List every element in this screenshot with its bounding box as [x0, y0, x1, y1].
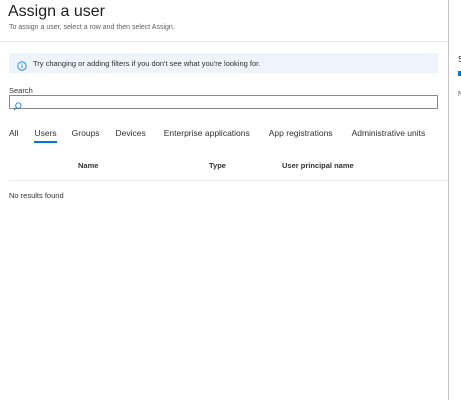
info-message-text: Try changing or adding filters if you do… — [33, 58, 261, 68]
tab-enterprise-applications[interactable]: Enterprise applications — [164, 126, 250, 142]
tab-groups[interactable]: Groups — [72, 126, 100, 142]
search-label: Search — [9, 86, 33, 95]
tab-users[interactable]: Users — [34, 126, 57, 143]
info-message-bar: Try changing or adding filters if you do… — [9, 53, 438, 73]
side-panel-edge: S N — [449, 0, 461, 400]
assign-user-blade: Assign a user To assign a user, select a… — [0, 0, 448, 400]
search-input[interactable] — [24, 97, 437, 107]
table-header-divider — [9, 180, 448, 181]
tab-all[interactable]: All — [9, 126, 18, 142]
column-header-name[interactable]: Name — [78, 161, 98, 170]
search-box[interactable] — [9, 95, 438, 111]
info-icon — [17, 58, 27, 71]
search-icon — [13, 98, 22, 111]
header-divider — [0, 41, 448, 42]
page-title: Assign a user — [8, 3, 105, 20]
tab-devices[interactable]: Devices — [116, 126, 146, 142]
column-header-type[interactable]: Type — [209, 161, 226, 170]
column-header-user-principal-name[interactable]: User principal name — [282, 161, 354, 170]
tab-app-registrations[interactable]: App registrations — [269, 126, 333, 142]
page-subtitle: To assign a user, select a row and then … — [9, 24, 175, 31]
no-results-message: No results found — [9, 191, 64, 200]
assign-user-page: Assign a user To assign a user, select a… — [0, 0, 461, 400]
tab-administrative-units[interactable]: Administrative units — [352, 126, 426, 142]
table-header: Name Type User principal name — [9, 161, 448, 173]
tab-bar: All Users Groups Devices Enterprise appl… — [9, 126, 425, 144]
